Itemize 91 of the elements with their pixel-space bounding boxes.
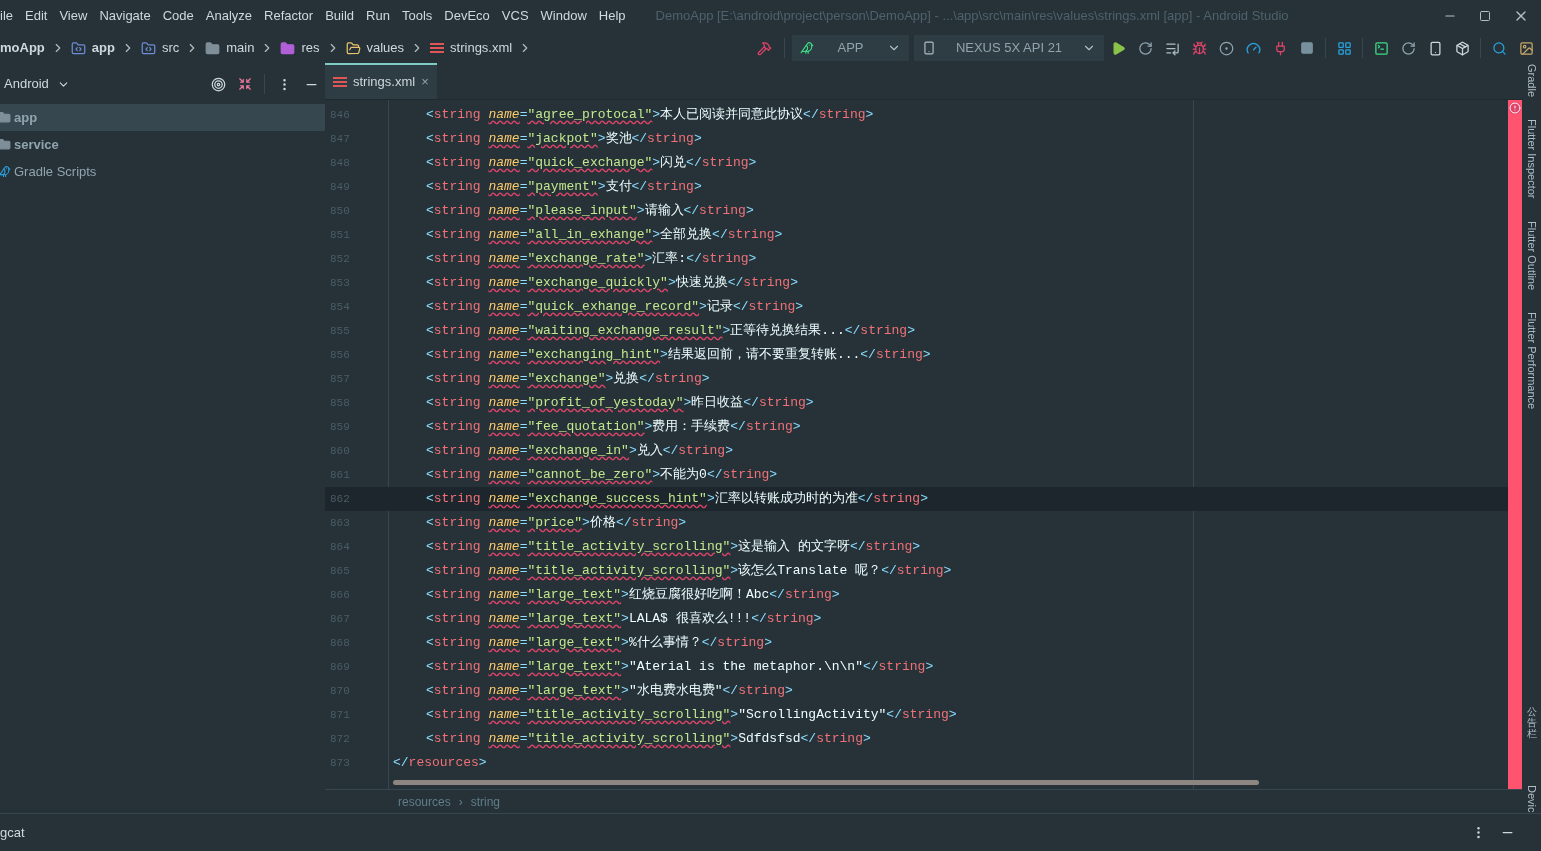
tree-item[interactable]: service <box>0 131 325 158</box>
run-config-dropdown[interactable]: APP <box>792 35 909 61</box>
tool-window-tab[interactable]: gcat <box>0 822 25 843</box>
code-line: <string name="exchange">兑换</string> <box>426 370 710 389</box>
code-line: </resources> <box>393 754 487 773</box>
run-icon[interactable] <box>1110 40 1126 56</box>
sync-icon[interactable] <box>1400 40 1416 56</box>
image-icon[interactable] <box>1518 40 1534 56</box>
code-line: <string name="payment">支付</string> <box>426 178 702 197</box>
menu-item[interactable]: Window <box>534 6 593 26</box>
source-folder-icon <box>140 40 156 56</box>
code-line: <string name="large_text">"Aterial is the metaphor.\n\n"</string> <box>426 658 934 677</box>
device-dropdown[interactable]: NEXUS 5X API 21 <box>914 35 1104 61</box>
collapse-icon[interactable] <box>238 77 252 91</box>
tree-item[interactable]: app <box>0 104 325 131</box>
folder-icon <box>345 40 361 56</box>
code-line: <string name="exchange_quickly">快速兑换</string> <box>426 274 798 293</box>
menu-item[interactable]: Refactor <box>258 6 320 26</box>
profiler-icon[interactable] <box>1245 40 1261 56</box>
code-line: <string name="exchange_success_hint">汇率以转账成功时的为准</string> <box>426 490 928 509</box>
grid-icon[interactable] <box>1336 40 1352 56</box>
menu-item[interactable]: VCS <box>495 6 535 26</box>
tool-window-tab[interactable]: Gradle <box>1523 64 1540 98</box>
breadcrumb-item[interactable]: values <box>366 38 405 58</box>
code-line: <string name="waiting_exchange_result">正等待兑换结果...</string> <box>426 322 915 341</box>
menu-item[interactable]: Help <box>592 6 632 26</box>
code-line: <string name="large_text">LALA$ 很喜欢么!!!</string> <box>426 610 822 629</box>
breadcrumb-item[interactable]: moApp <box>0 38 45 58</box>
menu-item[interactable]: Edit <box>19 6 54 26</box>
code-line: <string name="quick_exhange_record">记录</string> <box>426 298 804 317</box>
code-line: <string name="jackpot">奖池</string> <box>426 130 702 149</box>
code-line: <string name="title_activity_scrolling">这是输入 的文字呀</string> <box>426 538 921 557</box>
maximize-icon[interactable] <box>1479 10 1491 22</box>
tool-window-tab[interactable]: Flutter Outline <box>1523 220 1540 290</box>
horizontal-scrollbar[interactable] <box>393 780 1259 785</box>
breadcrumb-item[interactable]: src <box>161 38 180 58</box>
code-line: <string name="quick_exchange">闪兑</string> <box>426 154 757 173</box>
code-line: <string name="please_input">请输入</string> <box>426 202 754 221</box>
package-icon[interactable] <box>1454 40 1470 56</box>
menu-item[interactable]: Analyze <box>199 6 258 26</box>
code-line: <string name="title_activity_scrolling">"ScrollingActivity"</string> <box>426 706 957 725</box>
terminal-icon[interactable] <box>1373 40 1389 56</box>
menu-item[interactable]: Build <box>319 6 361 26</box>
breadcrumb-item[interactable]: main <box>226 38 255 58</box>
tool-window-tab[interactable]: Devic <box>1523 785 1540 813</box>
code-line: <string name="profit_of_yestoday">昨日收益</string> <box>426 394 814 413</box>
separator-icon: › <box>458 792 463 811</box>
tree-item[interactable]: Gradle Scripts <box>0 158 325 185</box>
menu-item[interactable]: ile <box>0 6 19 26</box>
code-line: <string name="title_activity_scrolling">该怎么Translate 呢？</string> <box>426 562 952 581</box>
editor-tab[interactable]: strings.xml × <box>325 63 437 99</box>
stop-icon[interactable] <box>1300 41 1314 55</box>
breadcrumb-item[interactable]: res <box>301 38 320 58</box>
menu-item[interactable]: Run <box>360 6 396 26</box>
menu-item[interactable]: Tools <box>395 6 439 26</box>
code-line: <string name="exchange_rate">汇率:</string> <box>426 250 757 269</box>
code-line: <string name="all_in_exhange">全部兑换</string> <box>426 226 783 245</box>
module-folder-icon <box>0 111 11 124</box>
code-line: <string name="title_activity_scrolling">Sdfdsfsd</string> <box>426 730 871 749</box>
search-icon[interactable] <box>1491 40 1507 56</box>
code-line: <string name="large_text">"水电费水电费"</string> <box>426 682 793 701</box>
module-folder-icon <box>70 40 86 56</box>
tool-window-tab[interactable]: 公告栏 <box>1526 706 1537 740</box>
device-icon <box>922 41 936 55</box>
breadcrumb-item[interactable]: strings.xml <box>450 38 513 58</box>
menu-item[interactable]: DevEco <box>438 6 496 26</box>
code-line: <string name="exchanging_hint">结果返回前，请不要重复转账...</string> <box>426 346 931 365</box>
tool-window-tab[interactable]: Flutter Inspector <box>1523 119 1540 199</box>
code-line: <string name="exchange_in">兑入</string> <box>426 442 733 461</box>
code-line: <string name="large_text">红烧豆腐很好吃啊！Abc</string> <box>426 586 840 605</box>
code-line: <string name="price">价格</string> <box>426 514 687 533</box>
file-lines-icon <box>333 77 347 87</box>
menu-item[interactable]: Navigate <box>93 6 157 26</box>
breadcrumb-item[interactable]: app <box>91 38 115 58</box>
file-lines-icon <box>430 43 445 53</box>
menu-item[interactable]: Code <box>156 6 200 26</box>
target-icon[interactable] <box>211 76 226 92</box>
list-icon[interactable] <box>1164 40 1180 56</box>
error-icon[interactable] <box>1509 102 1521 114</box>
hammer-icon[interactable] <box>756 40 772 56</box>
tool-window-tab[interactable]: Flutter Performance <box>1523 311 1540 409</box>
module-folder-icon <box>0 138 11 151</box>
debug-icon[interactable] <box>1191 40 1207 56</box>
menu-item[interactable]: View <box>53 6 94 26</box>
project-view-dropdown[interactable]: Android <box>4 74 70 94</box>
code-line: <string name="cannot_be_zero">不能为0</string> <box>426 466 778 485</box>
code-line: <string name="agree_protocal">本人已阅读并同意此协议</string> <box>426 106 874 125</box>
resource-folder-icon <box>280 40 296 56</box>
folder-icon <box>205 40 221 56</box>
code-line: <string name="large_text">%什么事情？</string> <box>426 634 772 653</box>
code-line: <string name="fee_quotation">费用：手续费</string> <box>426 418 801 437</box>
